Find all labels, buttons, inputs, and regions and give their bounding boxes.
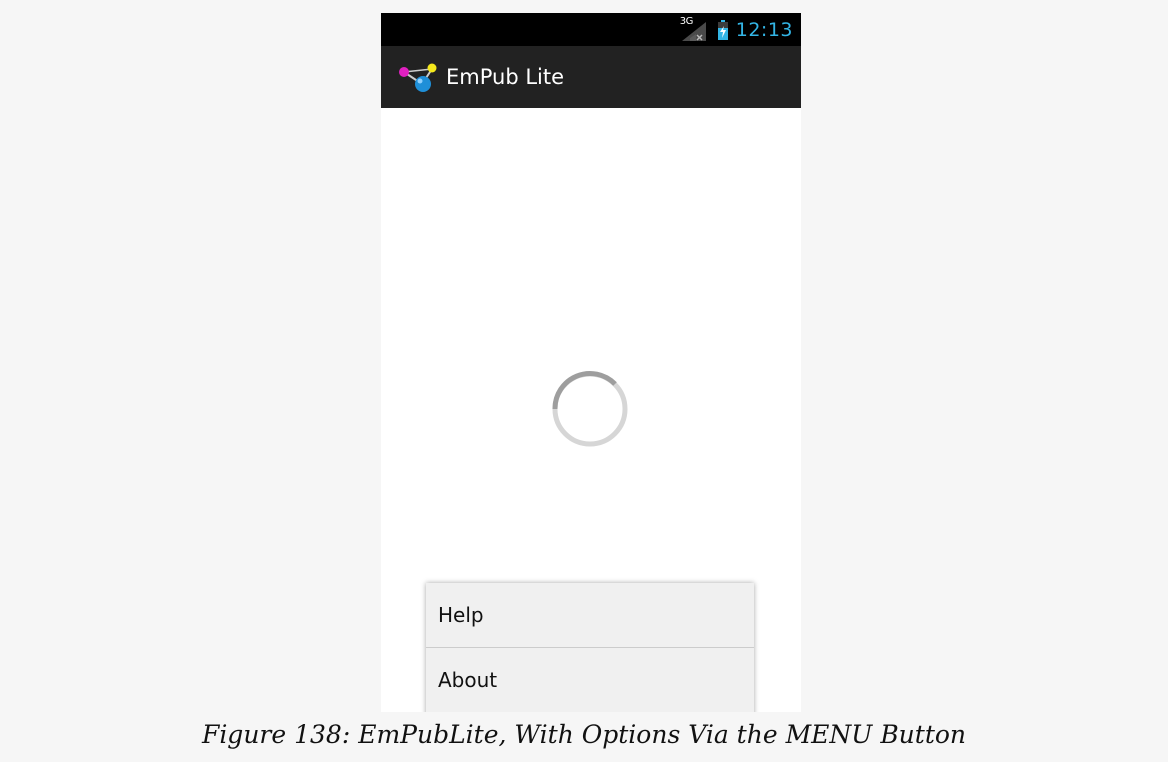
action-bar: EmPub Lite: [381, 46, 801, 108]
status-bar: 3G 12:13: [381, 13, 801, 46]
menu-item-about[interactable]: About: [426, 648, 754, 712]
figure-caption: Figure 138: EmPubLite, With Options Via …: [201, 720, 967, 749]
battery-icon: [717, 19, 728, 40]
status-clock: 12:13: [735, 18, 793, 41]
status-icons: 3G 12:13: [680, 13, 793, 46]
phone-screen: 3G 12:13 EmPub Lite Help About: [381, 13, 801, 712]
signal-bars-icon: [681, 21, 706, 41]
empub-app-icon[interactable]: [398, 63, 442, 95]
app-title: EmPub Lite: [446, 65, 565, 89]
menu-item-help[interactable]: Help: [426, 583, 754, 647]
signal-icon: 3G: [680, 16, 706, 41]
options-menu: Help About: [426, 583, 754, 712]
progress-spinner-icon: [552, 371, 628, 447]
